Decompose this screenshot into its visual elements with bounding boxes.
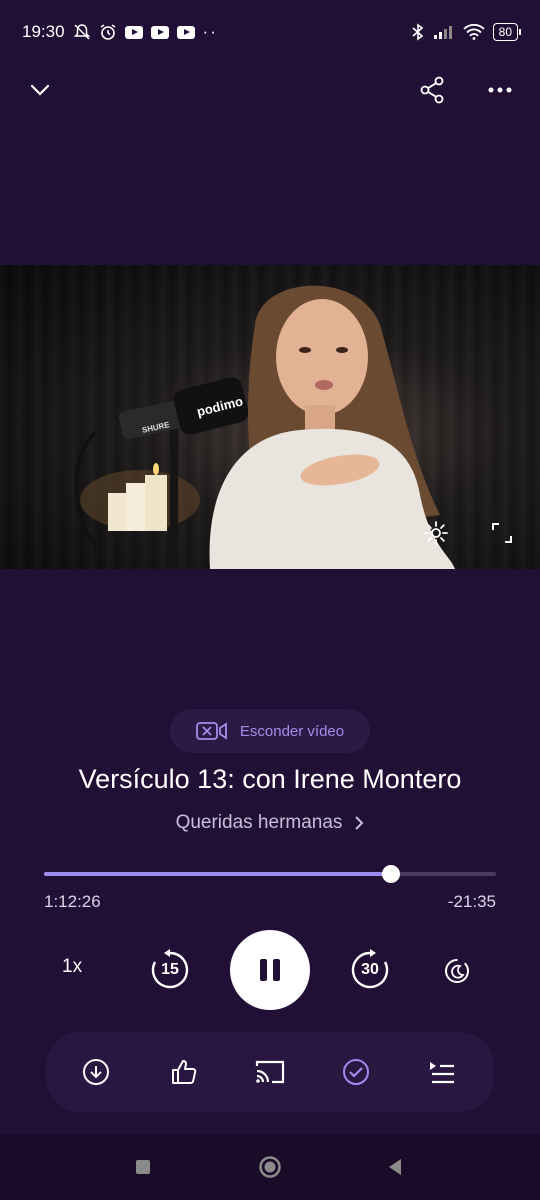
progress-slider[interactable]: [44, 865, 496, 883]
hide-video-icon: [195, 722, 227, 740]
rewind-seconds: 15: [161, 961, 179, 978]
more-options-button[interactable]: [480, 70, 520, 110]
progress-thumb[interactable]: [381, 865, 400, 883]
elapsed-time: 1:12:26: [44, 892, 101, 911]
check-circle-icon: [343, 1059, 369, 1085]
video-player[interactable]: podimo SHURE: [0, 265, 540, 569]
player-top-bar: [0, 64, 540, 116]
download-icon: [83, 1059, 109, 1085]
cast-icon: [255, 1060, 285, 1084]
chevron-right-icon: [355, 816, 364, 830]
mark-played-button[interactable]: [338, 1054, 374, 1090]
progress-fill: [44, 872, 391, 876]
more-notifications-icon: ··: [202, 22, 218, 41]
recents-icon: [136, 1160, 150, 1174]
speed-button[interactable]: 1x: [62, 956, 82, 978]
hide-video-button[interactable]: Esconder vídeo: [170, 709, 370, 753]
share-button[interactable]: [412, 70, 452, 110]
bluetooth-icon: [412, 23, 423, 41]
show-name: Queridas hermanas: [175, 812, 343, 833]
battery-indicator: 80: [492, 23, 522, 41]
youtube-notification-icon: [150, 25, 169, 39]
queue-icon: [430, 1062, 454, 1084]
back-icon: [389, 1159, 401, 1175]
like-button[interactable]: [166, 1054, 202, 1090]
pause-button[interactable]: [230, 930, 310, 1010]
forward-30-button[interactable]: 30: [348, 948, 392, 992]
video-frame: podimo SHURE: [74, 285, 455, 569]
cast-button[interactable]: [252, 1054, 288, 1090]
home-button[interactable]: [255, 1152, 285, 1182]
share-icon: [420, 76, 444, 104]
youtube-notification-icon: [176, 25, 195, 39]
queue-button[interactable]: [424, 1054, 460, 1090]
home-icon: [259, 1156, 281, 1178]
sleep-timer-icon: [445, 959, 469, 983]
download-button[interactable]: [78, 1054, 114, 1090]
episode-title: Versículo 13: con Irene Montero: [78, 764, 462, 794]
chevron-down-icon: [30, 84, 50, 96]
sleep-timer-button[interactable]: [440, 954, 474, 988]
thumbs-up-icon: [172, 1060, 197, 1084]
recents-button[interactable]: [128, 1152, 158, 1182]
remaining-time: -21:35: [447, 892, 496, 911]
mute-icon: [73, 24, 90, 40]
collapse-button[interactable]: [20, 70, 60, 110]
gear-icon: [424, 521, 448, 545]
status-bar: 19:30 ·· 80: [0, 0, 540, 64]
video-settings-button[interactable]: [420, 517, 452, 549]
back-button[interactable]: [380, 1152, 410, 1182]
more-icon: [488, 87, 512, 93]
action-bar: [46, 1032, 494, 1112]
rewind-15-button[interactable]: 15: [148, 948, 192, 992]
hide-video-label: Esconder vídeo: [239, 722, 345, 740]
playback-controls: 1x 15 30: [0, 930, 540, 1010]
forward-seconds: 30: [361, 961, 379, 978]
fullscreen-button[interactable]: [486, 517, 518, 549]
wifi-icon: [462, 24, 485, 40]
system-nav-bar: [0, 1134, 540, 1200]
pause-icon: [260, 959, 280, 981]
youtube-notification-icon: [124, 25, 143, 39]
show-link[interactable]: Queridas hermanas: [0, 812, 540, 834]
fullscreen-icon: [492, 523, 512, 543]
alarm-icon: [100, 24, 115, 40]
status-time: 19:30: [22, 22, 65, 41]
signal-icon: [433, 26, 452, 39]
